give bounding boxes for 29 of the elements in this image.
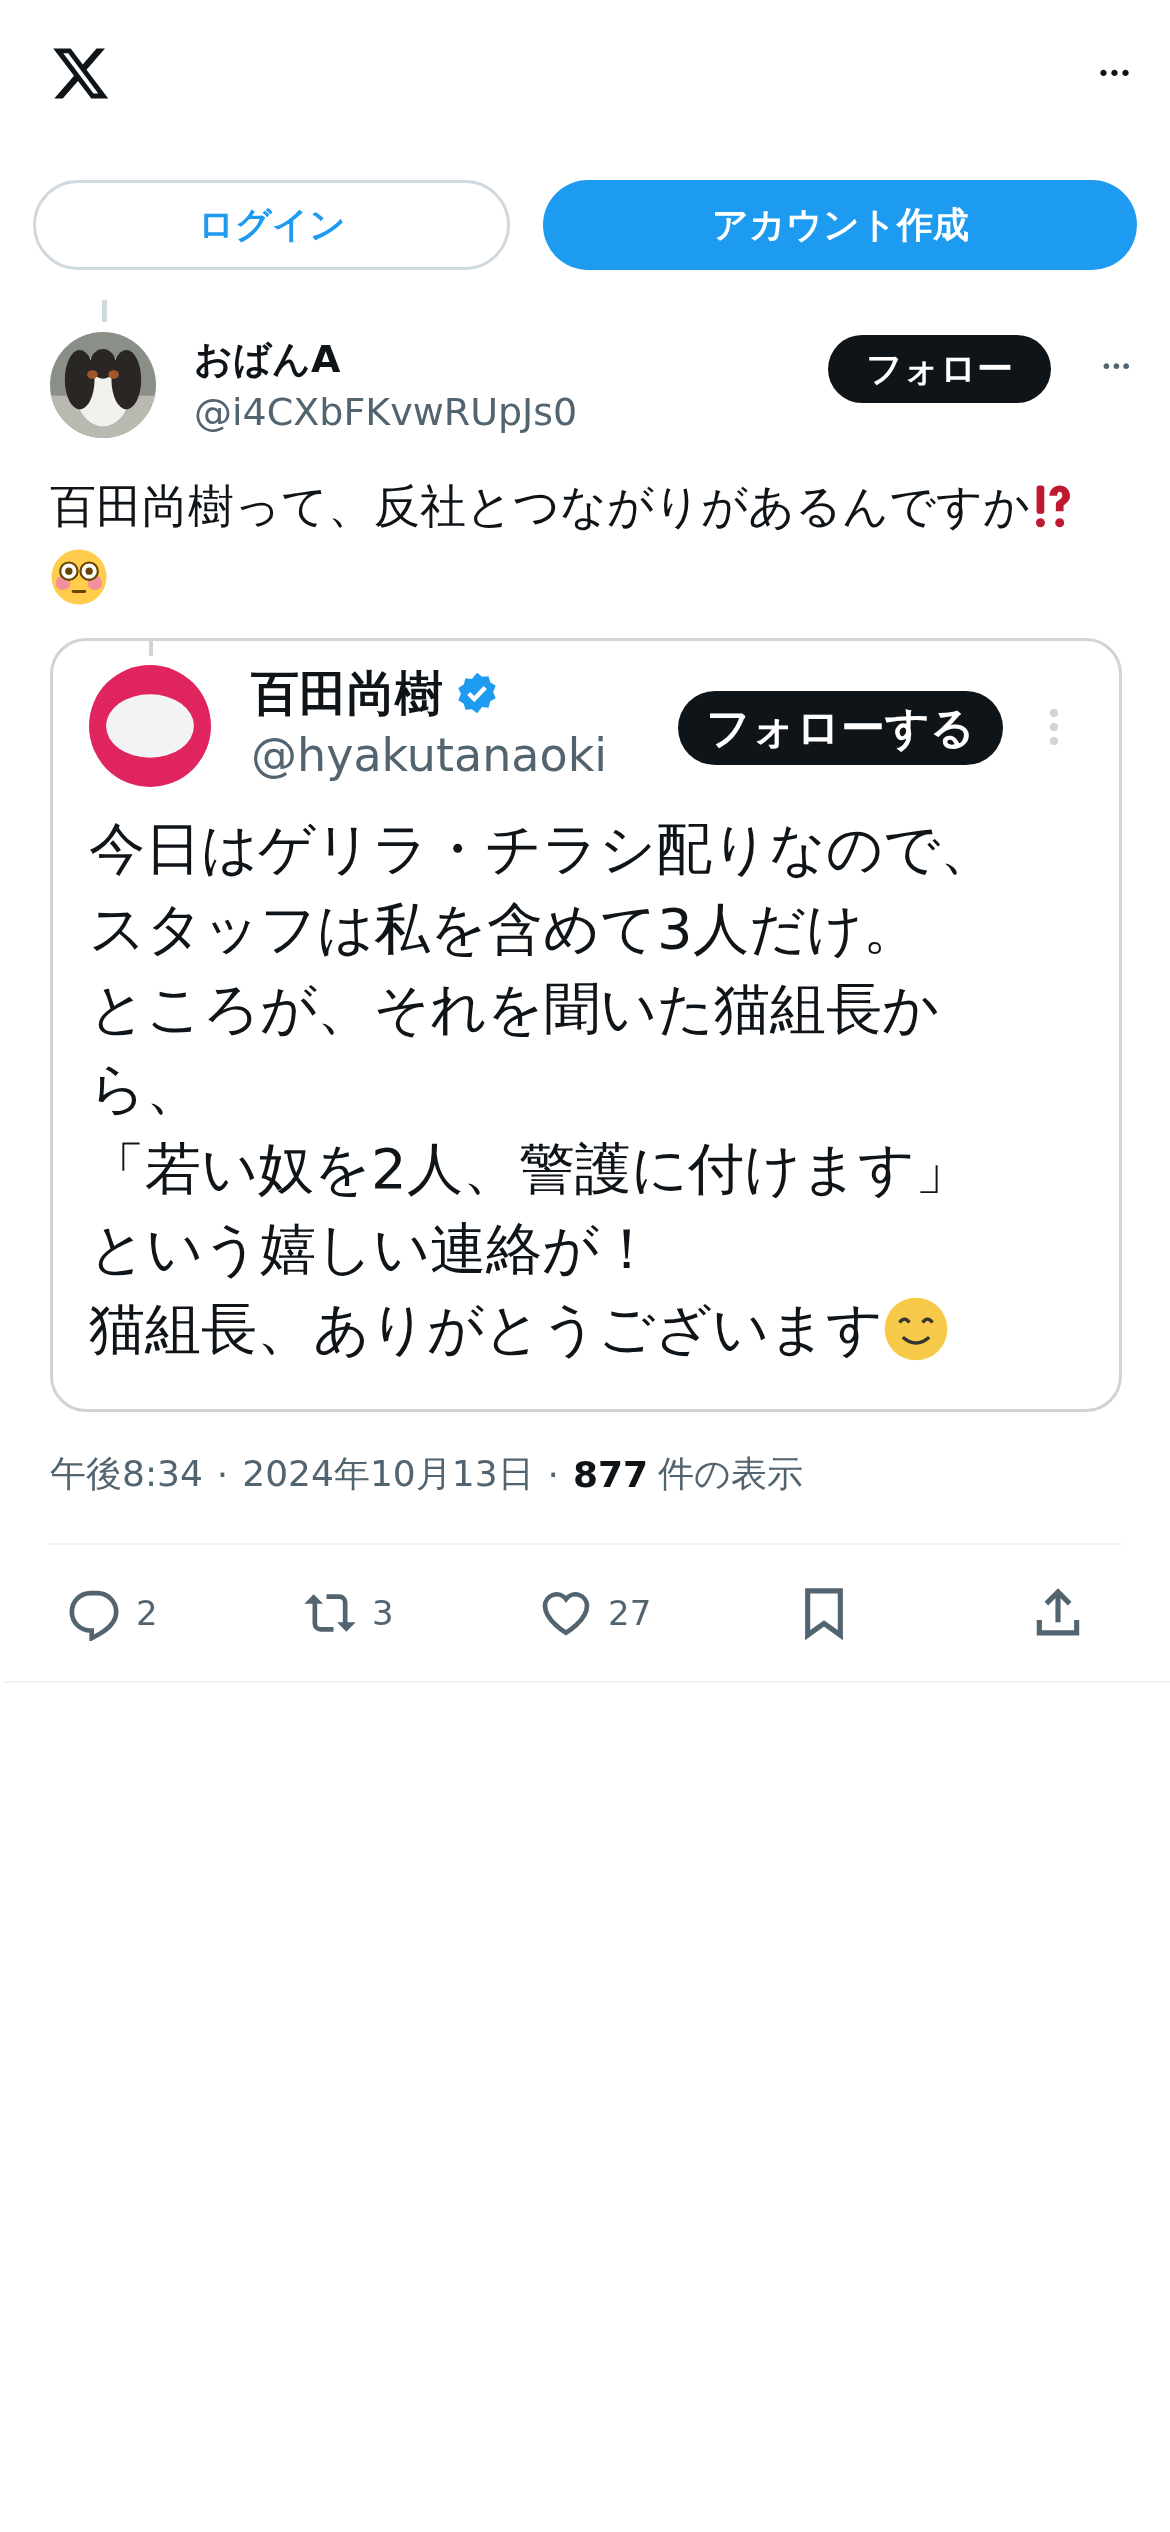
quoted-text-line: という嬉しい連絡が！: [89, 1215, 655, 1283]
smiling-face-icon: [883, 1296, 949, 1362]
views-label: 件の表示: [658, 1452, 804, 1496]
flushed-face-icon: [50, 548, 108, 606]
follow-button[interactable]: フォローする: [678, 691, 1003, 765]
quoted-text-line: スタッフは私を含めて3人だけ。: [89, 895, 919, 963]
like-count: 27: [608, 1593, 652, 1633]
quoted-name: 百田尚樹: [251, 664, 443, 723]
quoted-text-line: 「若い奴を2人、警護に付けます」: [89, 1135, 971, 1203]
post-time: 午後8:34: [50, 1452, 203, 1496]
separator-dot: ·: [547, 1454, 559, 1495]
quoted-text-line: 猫組長、ありがとうございます: [89, 1295, 883, 1363]
repost-count: 3: [372, 1593, 394, 1633]
logo-avatar-icon: [89, 665, 211, 787]
post-text: 百田尚樹って、反社とつながりがあるんですか: [50, 478, 1030, 535]
view-count: 877: [573, 1454, 649, 1495]
more-button[interactable]: •••: [1100, 354, 1130, 378]
post-date: 2024年10月13日: [242, 1452, 534, 1496]
follow-button[interactable]: フォロー: [827, 335, 1051, 403]
separator-dot: ·: [216, 1454, 229, 1495]
more-vertical-icon: [1049, 707, 1059, 747]
quoted-text-line: ら、: [89, 1055, 202, 1123]
more-menu-button[interactable]: •••: [1097, 60, 1130, 86]
quoted-text-line: 今日はゲリラ・チラシ配りなので、: [89, 815, 996, 883]
author-name: おばんA: [194, 336, 342, 383]
reply-count: 2: [136, 1593, 158, 1633]
quoted-handle: @hyakutanaoki: [251, 727, 609, 784]
author-handle: @i4CXbFKvwRUpJs0: [194, 389, 579, 436]
quoted-text-line: ところが、それを聞いた猫組長か: [89, 975, 939, 1043]
